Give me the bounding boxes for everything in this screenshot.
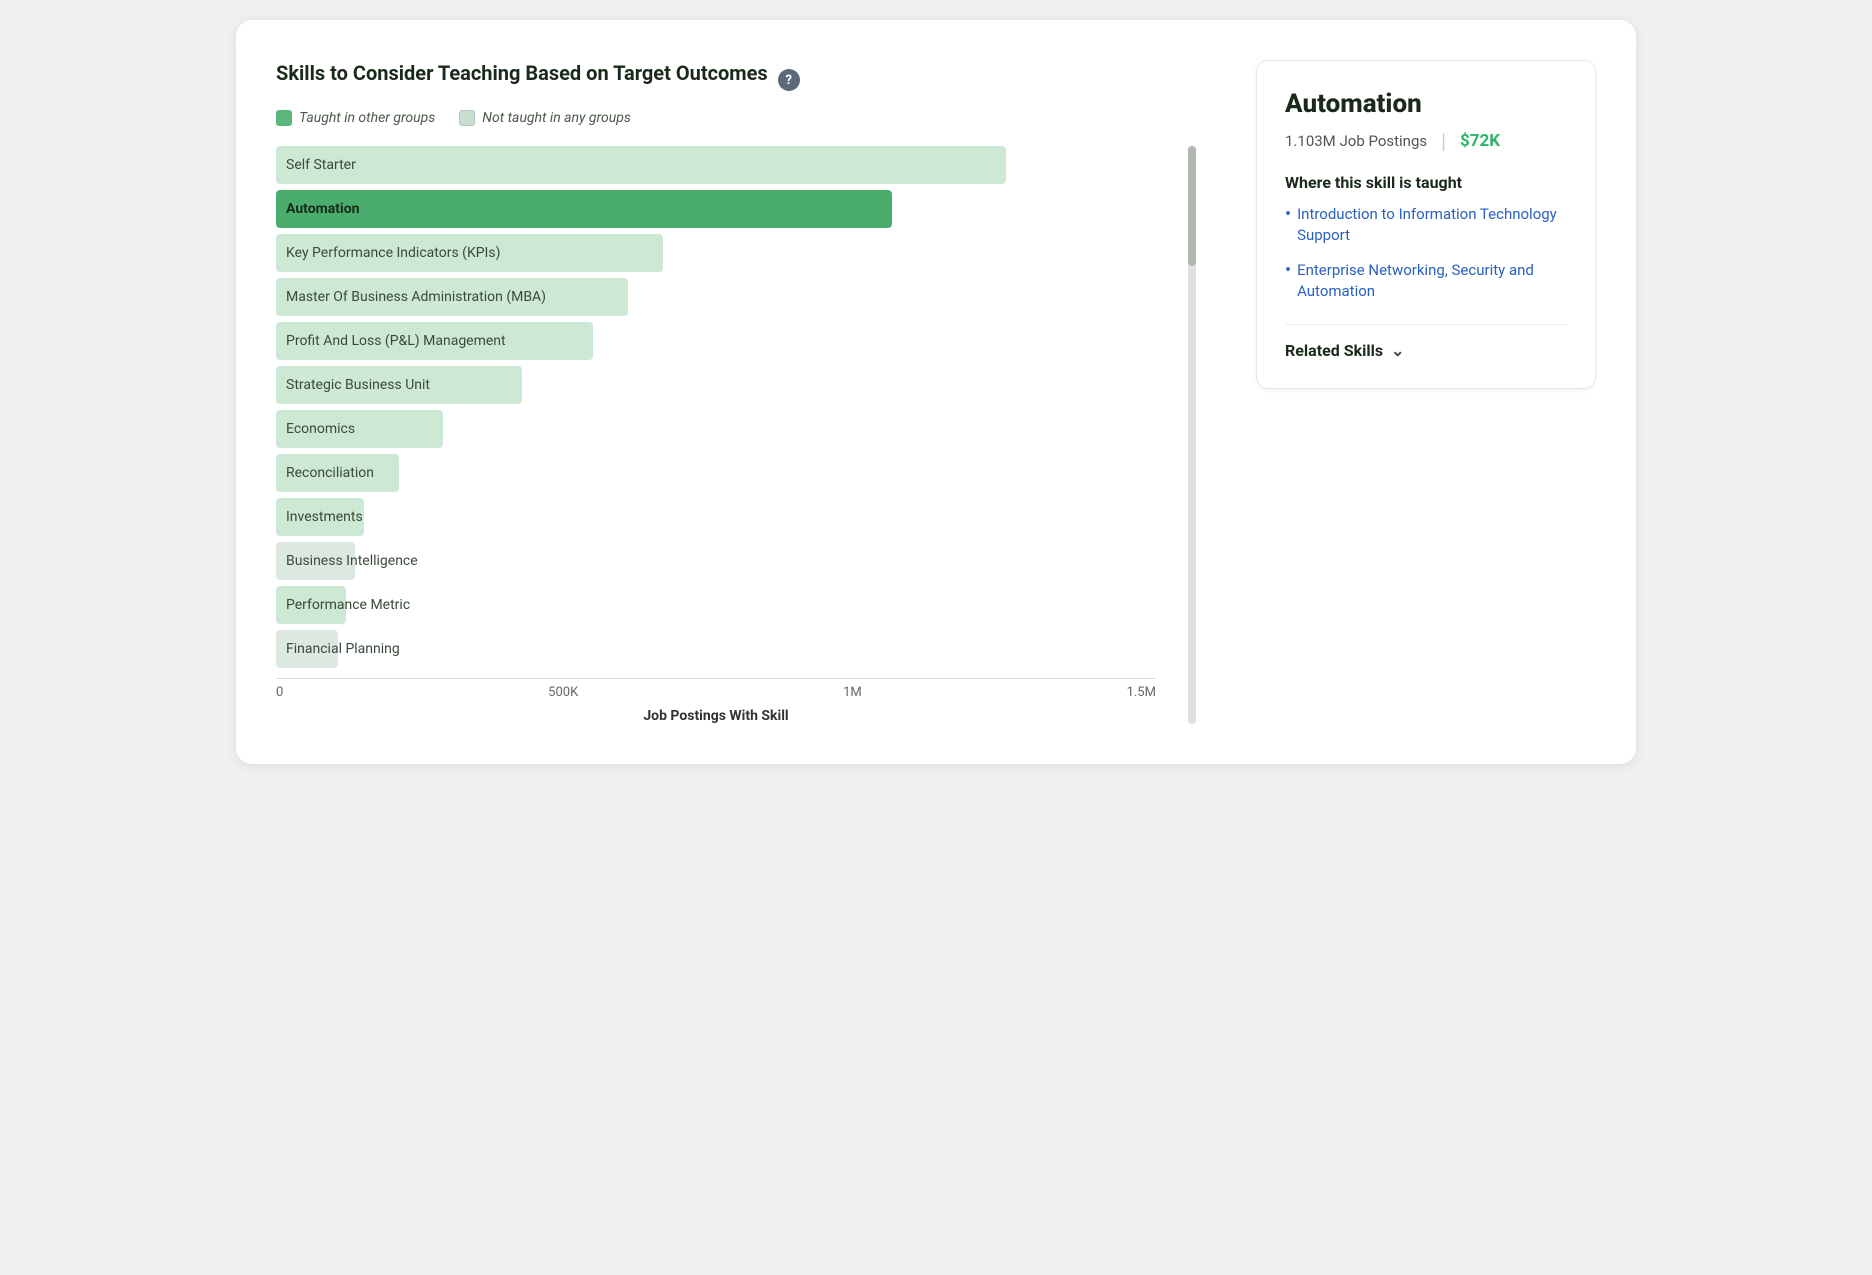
bar-row-self_starter[interactable]: Self Starter (276, 146, 1156, 184)
where-taught-heading: Where this skill is taught (1285, 173, 1567, 192)
x-tick-0: 0 (276, 685, 283, 700)
bar-label-investments: Investments (276, 498, 363, 536)
chart-header: Skills to Consider Teaching Based on Tar… (276, 60, 1216, 100)
bar-label-strategic_business_unit: Strategic Business Unit (276, 366, 430, 404)
course-item-course1[interactable]: Introduction to Information Technology S… (1285, 204, 1567, 246)
skill-title: Automation (1285, 89, 1567, 119)
bar-label-business_intelligence: Business Intelligence (276, 542, 418, 580)
legend-not-taught: Not taught in any groups (459, 110, 631, 126)
skill-salary: $72K (1460, 131, 1500, 151)
bar-label-reconciliation: Reconciliation (276, 454, 374, 492)
bar-row-pl_management[interactable]: Profit And Loss (P&L) Management (276, 322, 1156, 360)
bar-row-performance_metric[interactable]: Performance Metric (276, 586, 1156, 624)
bar-label-pl_management: Profit And Loss (P&L) Management (276, 322, 506, 360)
bar-label-financial_planning: Financial Planning (276, 630, 400, 668)
bar-row-automation[interactable]: Automation (276, 190, 1156, 228)
bar-label-performance_metric: Performance Metric (276, 586, 410, 624)
bar-row-mba[interactable]: Master Of Business Administration (MBA) (276, 278, 1156, 316)
bar-label-self_starter: Self Starter (276, 146, 356, 184)
related-skills-toggle[interactable]: Related Skills ⌄ (1285, 324, 1567, 360)
chart-title: Skills to Consider Teaching Based on Tar… (276, 60, 768, 86)
chart-area: Self Starter Automation Key Performance In… (276, 146, 1216, 724)
x-tick-3: 1.5M (1127, 685, 1156, 700)
chevron-down-icon: ⌄ (1391, 341, 1404, 360)
course-item-course2[interactable]: Enterprise Networking, Security and Auto… (1285, 260, 1567, 302)
skill-meta: 1.103M Job Postings | $72K (1285, 129, 1567, 153)
bar-row-economics[interactable]: Economics (276, 410, 1156, 448)
course-list: Introduction to Information Technology S… (1285, 204, 1567, 302)
bar-label-kpis: Key Performance Indicators (KPIs) (276, 234, 500, 272)
bars-container: Self Starter Automation Key Performance In… (276, 146, 1216, 668)
bar-row-kpis[interactable]: Key Performance Indicators (KPIs) (276, 234, 1156, 272)
x-axis-ticks: 0 500K 1M 1.5M (276, 678, 1156, 700)
bar-row-reconciliation[interactable]: Reconciliation (276, 454, 1156, 492)
bar-row-investments[interactable]: Investments (276, 498, 1156, 536)
bar-row-financial_planning[interactable]: Financial Planning (276, 630, 1156, 668)
legend-taught: Taught in other groups (276, 110, 435, 126)
right-panel: Automation 1.103M Job Postings | $72K Wh… (1256, 60, 1596, 389)
job-postings: 1.103M Job Postings (1285, 132, 1427, 150)
related-skills-label: Related Skills (1285, 341, 1383, 360)
bar-label-automation: Automation (276, 190, 359, 228)
legend-light-box (459, 110, 475, 126)
bar-label-economics: Economics (276, 410, 355, 448)
help-icon[interactable]: ? (778, 69, 800, 91)
bar-row-business_intelligence[interactable]: Business Intelligence (276, 542, 1156, 580)
x-axis-label: Job Postings With Skill (276, 708, 1156, 724)
legend-green-box (276, 110, 292, 126)
bar-label-mba: Master Of Business Administration (MBA) (276, 278, 546, 316)
legend-not-taught-label: Not taught in any groups (482, 110, 631, 126)
main-card: Skills to Consider Teaching Based on Tar… (236, 20, 1636, 764)
bar-row-strategic_business_unit[interactable]: Strategic Business Unit (276, 366, 1156, 404)
x-tick-2: 1M (843, 685, 862, 700)
x-axis: 0 500K 1M 1.5M Job Postings With Skill (276, 678, 1216, 724)
meta-divider: | (1441, 129, 1446, 153)
scrollbar-track (1188, 146, 1196, 724)
scrollbar-thumb[interactable] (1188, 146, 1196, 266)
chart-legend: Taught in other groups Not taught in any… (276, 110, 1216, 126)
left-panel: Skills to Consider Teaching Based on Tar… (276, 60, 1216, 724)
legend-taught-label: Taught in other groups (299, 110, 435, 126)
x-tick-1: 500K (548, 685, 578, 700)
